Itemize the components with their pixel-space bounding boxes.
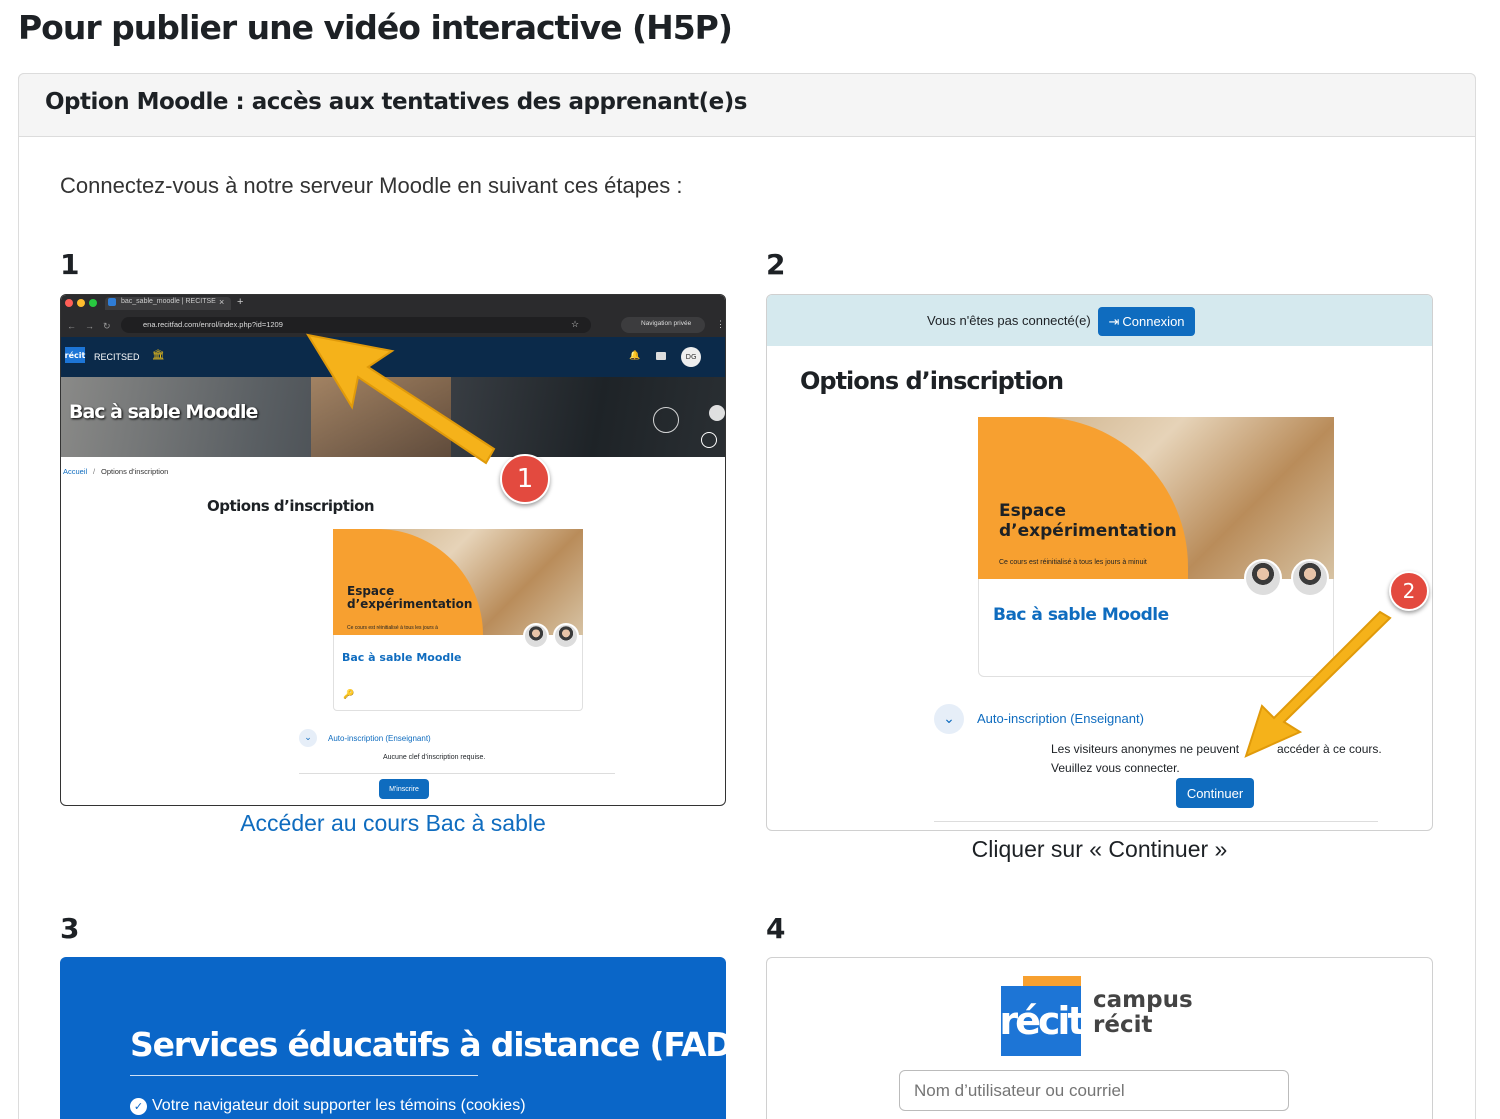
step-number-1: 1 <box>60 248 80 281</box>
forward-icon[interactable]: → <box>85 321 94 331</box>
fad-divider <box>130 1075 478 1076</box>
window-minimize-dot[interactable] <box>77 299 85 307</box>
messages-icon[interactable] <box>656 352 666 360</box>
user-avatar[interactable]: DG <box>681 347 701 367</box>
recit-logo[interactable]: récit <box>65 347 85 363</box>
username-input[interactable] <box>899 1070 1289 1111</box>
guest-message-1: Les visiteurs anonymes ne peuvent <box>1051 742 1240 756</box>
not-logged-in-text: Vous n'êtes pas connecté(e) <box>927 313 1091 328</box>
gear-icon <box>701 432 717 448</box>
page-title: Pour publier une vidéo interactive (H5P) <box>18 8 733 47</box>
login-button[interactable]: ⇥ Connexion <box>1098 307 1195 336</box>
recit-logo: récit <box>999 986 1086 1056</box>
teacher-avatar-2 <box>553 623 579 649</box>
window-close-dot[interactable] <box>65 299 73 307</box>
step-1-caption[interactable]: Accéder au cours Bac à sable <box>60 810 726 837</box>
course-card-subtitle: Ce cours est réinitialisé à tous les jou… <box>347 625 438 631</box>
teacher-avatar-1 <box>523 623 549 649</box>
divider <box>299 773 615 774</box>
divider-2 <box>934 821 1378 822</box>
step-4-screenshot: récit campus récit <box>766 957 1433 1119</box>
course-card-subtitle-2: Ce cours est réinitialisé à tous les jou… <box>999 559 1147 566</box>
bookmark-star-icon[interactable]: ☆ <box>571 319 579 330</box>
private-label: Navigation privée <box>641 320 692 327</box>
step-2-caption: Cliquer sur « Continuer » <box>971 836 1228 862</box>
step-number-3: 3 <box>60 912 80 945</box>
check-circle-icon: ✓ <box>130 1098 147 1115</box>
intro-text: Connectez-vous à notre serveur Moodle en… <box>60 173 683 198</box>
tab-title: bac_sable_moodle | RECITSE <box>121 298 216 305</box>
breadcrumb-separator: / <box>93 467 96 476</box>
expand-chevron-icon[interactable]: ⌄ <box>299 729 317 747</box>
continue-button[interactable]: Continuer <box>1176 778 1254 808</box>
course-name-link-2[interactable]: Bac à sable Moodle <box>993 605 1169 625</box>
enrol-button[interactable]: M'inscrire <box>379 779 429 799</box>
card-title: Option Moodle : accès aux tentatives des… <box>45 89 747 115</box>
url-text: ena.recitfad.com/enrol/index.php?id=1209 <box>143 320 283 329</box>
heart-icon <box>709 405 725 421</box>
campus-line-1: campus <box>1093 987 1193 1013</box>
enrol-method-link-2[interactable]: Auto-inscription (Enseignant) <box>977 711 1144 726</box>
guest-message-2: Veuillez vous connecter. <box>1051 761 1180 775</box>
course-name-link[interactable]: Bac à sable Moodle <box>342 651 461 664</box>
tab-favicon-icon <box>108 298 116 306</box>
step-number-2: 2 <box>766 248 786 281</box>
teacher-avatar-3 <box>1244 559 1282 597</box>
step-number-4: 4 <box>766 912 786 945</box>
browser-menu-icon[interactable]: ⋮ <box>716 319 725 330</box>
login-icon: ⇥ <box>1108 313 1120 329</box>
new-tab-button[interactable]: + <box>237 296 243 308</box>
reload-icon[interactable]: ↻ <box>103 321 111 332</box>
enrol-method-link[interactable]: Auto-inscription (Enseignant) <box>328 734 431 743</box>
fad-title: Services éducatifs à distance (FAD) <box>130 1025 747 1064</box>
window-zoom-dot[interactable] <box>89 299 97 307</box>
step-badge-1: 1 <box>500 454 550 504</box>
breadcrumb-home[interactable]: Accueil <box>63 467 87 476</box>
campus-line-2: récit <box>1093 1012 1153 1038</box>
step-3-screenshot: Services éducatifs à distance (FAD) ✓ Vo… <box>60 957 747 1119</box>
back-icon[interactable]: ← <box>67 321 76 331</box>
breadcrumb-current: Options d'inscription <box>101 467 169 476</box>
course-card-title-2: Espace d’expérimentation <box>999 501 1177 541</box>
key-icon: 🔑 <box>343 689 355 699</box>
step-badge-2: 2 <box>1389 571 1429 611</box>
institution-icon[interactable]: 🏛 <box>152 350 165 361</box>
enrol-heading-2: Options d’inscription <box>800 367 1064 395</box>
cookie-requirement: Votre navigateur doit supporter les témo… <box>152 1097 526 1114</box>
annotation-arrow-2 <box>1244 610 1392 758</box>
enrol-heading: Options d’inscription <box>207 497 375 515</box>
course-card-title: Espace d’expérimentation <box>347 584 473 611</box>
banner-title: Bac à sable Moodle <box>69 401 258 423</box>
login-button-label: Connexion <box>1122 314 1185 329</box>
enrol-note: Aucune clef d’inscription requise. <box>383 754 486 761</box>
notification-bell-icon[interactable]: 🔔 <box>629 350 640 361</box>
annotation-arrow-1 <box>305 333 496 465</box>
site-name[interactable]: RECITSED <box>94 352 140 362</box>
tab-close-icon[interactable]: × <box>219 297 224 307</box>
expand-chevron-icon-2[interactable]: ⌄ <box>934 704 964 734</box>
globe-icon <box>653 407 679 433</box>
teacher-avatar-4 <box>1291 559 1329 597</box>
